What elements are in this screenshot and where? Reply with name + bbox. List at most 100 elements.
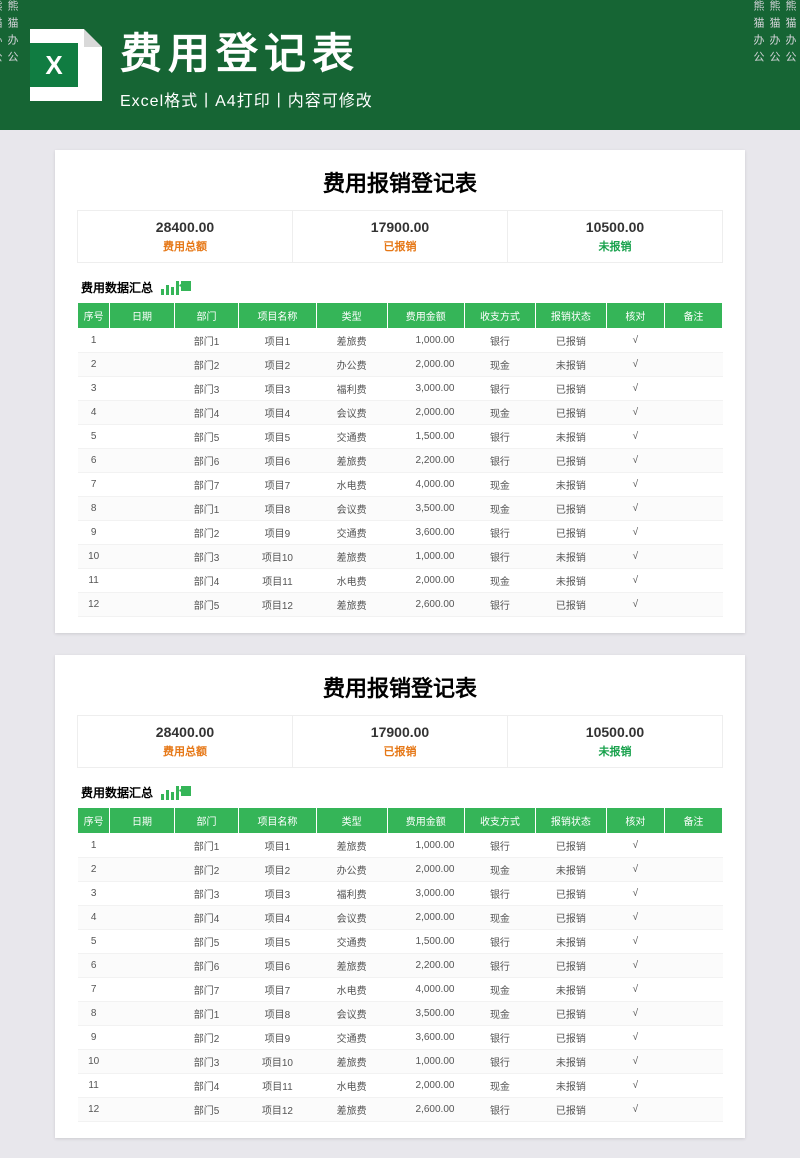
- table-row: 1部门1项目1差旅费1,000.00银行已报销√: [78, 329, 723, 353]
- table-cell: 已报销: [535, 906, 606, 930]
- watermark-right: 熊猫办公熊猫办公熊猫办公: [780, 0, 798, 1130]
- table-cell: [110, 521, 175, 545]
- table-cell: √: [606, 473, 664, 497]
- table-cell: √: [606, 1026, 664, 1050]
- table-cell: [110, 906, 175, 930]
- table-cell: √: [606, 449, 664, 473]
- table-cell: [664, 1050, 722, 1074]
- table-cell: 2,600.00: [387, 1098, 464, 1122]
- summary-label: 未报销: [508, 743, 722, 759]
- table-cell: 项目3: [239, 882, 316, 906]
- table-cell: 会议费: [316, 497, 387, 521]
- table-cell: 未报销: [535, 569, 606, 593]
- table-cell: 差旅费: [316, 1098, 387, 1122]
- column-header: 备注: [664, 303, 722, 329]
- table-cell: 部门2: [174, 353, 239, 377]
- table-cell: [664, 569, 722, 593]
- table-cell: 已报销: [535, 882, 606, 906]
- summary-value: 17900.00: [293, 219, 507, 235]
- table-cell: 项目2: [239, 353, 316, 377]
- table-cell: [664, 353, 722, 377]
- column-header: 费用金额: [387, 808, 464, 834]
- table-row: 9部门2项目9交通费3,600.00银行已报销√: [78, 1026, 723, 1050]
- table-cell: √: [606, 497, 664, 521]
- doc-title: 费用报销登记表: [77, 671, 723, 703]
- table-cell: 6: [78, 449, 110, 473]
- table-cell: 未报销: [535, 978, 606, 1002]
- table-cell: 已报销: [535, 377, 606, 401]
- bar-chart-icon: [161, 281, 191, 295]
- table-cell: [664, 1098, 722, 1122]
- table-cell: [664, 593, 722, 617]
- table-cell: 部门4: [174, 906, 239, 930]
- table-cell: 部门1: [174, 329, 239, 353]
- table-cell: 项目12: [239, 593, 316, 617]
- table-cell: [110, 473, 175, 497]
- column-header: 项目名称: [239, 808, 316, 834]
- column-header: 部门: [174, 808, 239, 834]
- table-cell: 部门1: [174, 497, 239, 521]
- table-cell: 7: [78, 978, 110, 1002]
- table-row: 9部门2项目9交通费3,600.00银行已报销√: [78, 521, 723, 545]
- table-cell: √: [606, 401, 664, 425]
- column-header: 序号: [78, 303, 110, 329]
- table-cell: 2: [78, 858, 110, 882]
- data-table: 序号日期部门项目名称类型费用金额收支方式报销状态核对备注1部门1项目1差旅费1,…: [77, 807, 723, 1122]
- table-cell: 部门5: [174, 1098, 239, 1122]
- table-cell: 3,600.00: [387, 521, 464, 545]
- table-row: 1部门1项目1差旅费1,000.00银行已报销√: [78, 834, 723, 858]
- table-cell: 项目10: [239, 1050, 316, 1074]
- table-cell: 差旅费: [316, 954, 387, 978]
- banner: X 费用登记表 Excel格式丨A4打印丨内容可修改: [0, 0, 800, 130]
- table-cell: √: [606, 569, 664, 593]
- table-cell: 未报销: [535, 473, 606, 497]
- table-cell: 9: [78, 521, 110, 545]
- table-cell: 银行: [464, 1050, 535, 1074]
- table-cell: 部门4: [174, 401, 239, 425]
- column-header: 费用金额: [387, 303, 464, 329]
- table-cell: [664, 497, 722, 521]
- column-header: 日期: [110, 808, 175, 834]
- table-row: 3部门3项目3福利费3,000.00银行已报销√: [78, 882, 723, 906]
- table-cell: 项目9: [239, 1026, 316, 1050]
- table-cell: 差旅费: [316, 545, 387, 569]
- table-cell: [664, 978, 722, 1002]
- table-cell: [110, 593, 175, 617]
- table-row: 10部门3项目10差旅费1,000.00银行未报销√: [78, 1050, 723, 1074]
- table-cell: 7: [78, 473, 110, 497]
- table-cell: 未报销: [535, 1074, 606, 1098]
- table-cell: [664, 377, 722, 401]
- column-header: 备注: [664, 808, 722, 834]
- table-cell: 已报销: [535, 1002, 606, 1026]
- summary-cell: 28400.00费用总额: [78, 716, 293, 767]
- table-row: 10部门3项目10差旅费1,000.00银行未报销√: [78, 545, 723, 569]
- table-cell: [110, 834, 175, 858]
- table-cell: 部门4: [174, 569, 239, 593]
- table-cell: 部门6: [174, 954, 239, 978]
- table-cell: 水电费: [316, 569, 387, 593]
- table-cell: 项目2: [239, 858, 316, 882]
- column-header: 类型: [316, 303, 387, 329]
- table-cell: √: [606, 882, 664, 906]
- table-cell: 已报销: [535, 834, 606, 858]
- column-header: 收支方式: [464, 303, 535, 329]
- table-cell: 部门2: [174, 858, 239, 882]
- table-cell: 未报销: [535, 930, 606, 954]
- table-cell: 项目7: [239, 978, 316, 1002]
- table-cell: 项目12: [239, 1098, 316, 1122]
- table-cell: [110, 954, 175, 978]
- table-cell: [664, 834, 722, 858]
- table-cell: [664, 1002, 722, 1026]
- section-title: 费用数据汇总: [81, 784, 153, 801]
- table-cell: 11: [78, 569, 110, 593]
- table-cell: [110, 329, 175, 353]
- summary-value: 10500.00: [508, 724, 722, 740]
- table-row: 8部门1项目8会议费3,500.00现金已报销√: [78, 497, 723, 521]
- table-cell: [110, 1026, 175, 1050]
- table-cell: 2,000.00: [387, 906, 464, 930]
- table-cell: 银行: [464, 930, 535, 954]
- table-cell: 银行: [464, 425, 535, 449]
- table-cell: √: [606, 954, 664, 978]
- table-cell: 项目4: [239, 401, 316, 425]
- summary-cell: 10500.00 未报销: [508, 716, 722, 767]
